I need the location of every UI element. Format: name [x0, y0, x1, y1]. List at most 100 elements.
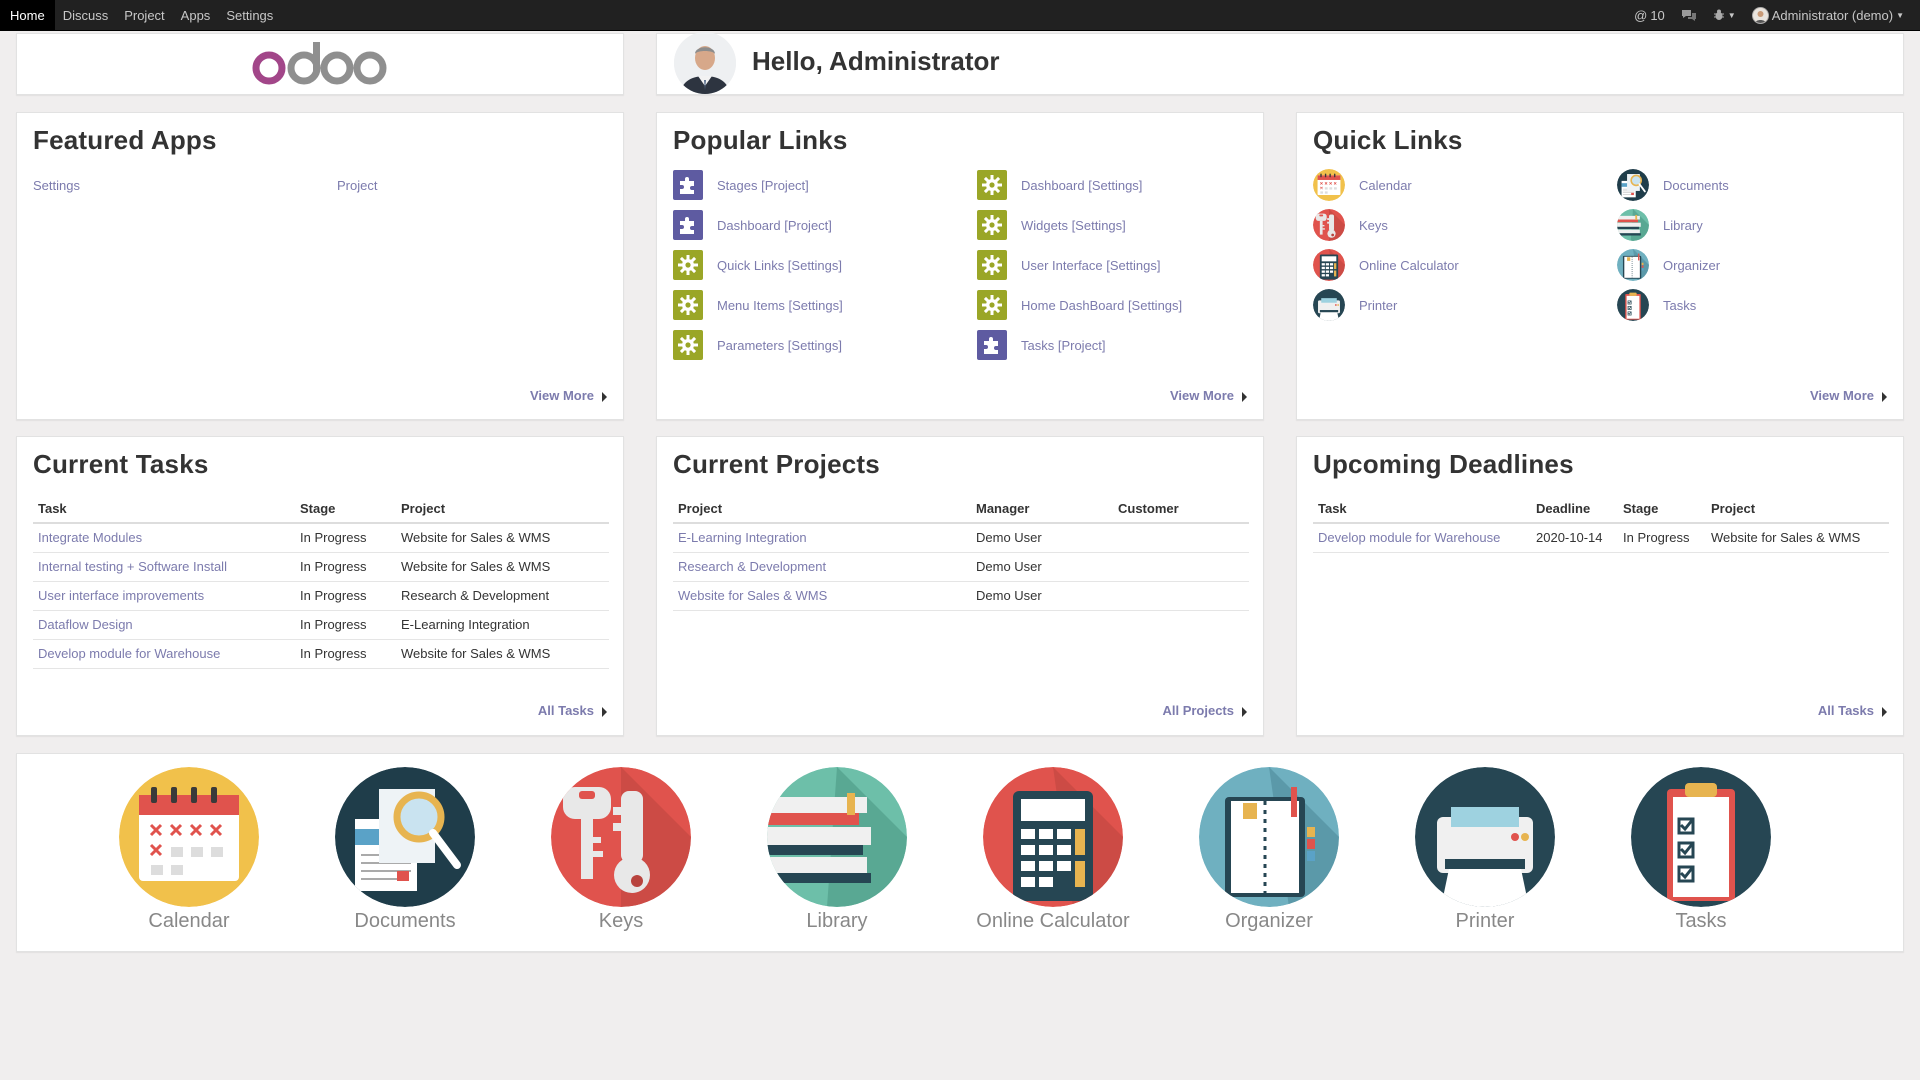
- app-tile[interactable]: Online Calculator: [976, 767, 1130, 933]
- quick-view-more[interactable]: View More: [1810, 388, 1887, 403]
- app-tile[interactable]: Printer: [1415, 767, 1555, 933]
- table-cell: Research & Development: [673, 552, 971, 582]
- quick-link[interactable]: Calendar: [1313, 169, 1412, 201]
- debug-button[interactable]: ▼: [1713, 9, 1736, 21]
- menu-home[interactable]: Home: [0, 0, 55, 31]
- record-link[interactable]: Integrate Modules: [38, 530, 142, 545]
- app-tile-label: Online Calculator: [976, 910, 1130, 932]
- popular-links-panel: Popular Links Stages [Project] Dashboard …: [656, 112, 1264, 420]
- featured-view-more[interactable]: View More: [530, 388, 607, 403]
- table-cell: User interface improvements: [33, 581, 295, 611]
- all-tasks-label: All Tasks: [537, 703, 594, 718]
- popular-link[interactable]: Stages [Project]: [673, 170, 809, 200]
- main-menu: Home Discuss Project Apps Settings: [0, 0, 281, 31]
- popular-link[interactable]: Widgets [Settings]: [977, 210, 1126, 240]
- all-tasks-label: All Tasks: [1817, 703, 1874, 718]
- quick-link[interactable]: Organizer: [1617, 249, 1720, 281]
- table-row[interactable]: Website for Sales & WMS Demo User: [673, 581, 1249, 611]
- user-menu[interactable]: Administrator (demo) ▼: [1751, 6, 1904, 24]
- record-link[interactable]: Develop module for Warehouse: [1318, 530, 1500, 545]
- quick-links-title: Quick Links: [1313, 125, 1463, 155]
- table-row[interactable]: E-Learning Integration Demo User: [673, 523, 1249, 553]
- menu-project[interactable]: Project: [116, 0, 172, 31]
- app-tile-label: Library: [806, 910, 868, 932]
- app-tile[interactable]: Organizer: [1199, 767, 1339, 933]
- table-row[interactable]: Integrate Modules In Progress Website for …: [33, 523, 609, 553]
- all-projects-link[interactable]: All Projects: [1162, 703, 1247, 718]
- popular-link[interactable]: Home DashBoard [Settings]: [977, 290, 1182, 320]
- featured-app-project[interactable]: Project: [337, 178, 377, 193]
- popular-link-label: User Interface [Settings]: [1021, 257, 1161, 273]
- top-navbar: Home Discuss Project Apps Settings @10 ▼…: [0, 0, 1920, 31]
- all-projects-label: All Projects: [1162, 703, 1234, 718]
- mentions-button[interactable]: @10: [1634, 8, 1665, 23]
- caret-right-icon: [602, 706, 607, 717]
- app-tile-label: Calendar: [148, 910, 230, 932]
- app-tile[interactable]: Keys: [551, 767, 691, 933]
- printer-icon: [1415, 767, 1555, 907]
- record-link[interactable]: Website for Sales & WMS: [678, 588, 827, 603]
- popular-view-more[interactable]: View More: [1170, 388, 1247, 403]
- table-row[interactable]: User interface improvements In Progress Re…: [33, 581, 609, 611]
- chat-bubbles-icon: [1681, 9, 1696, 21]
- app-tile[interactable]: Tasks: [1631, 767, 1771, 933]
- table-row[interactable]: Develop module for Warehouse In Progress W…: [33, 639, 609, 669]
- record-link[interactable]: Internal testing + Software Install: [38, 559, 227, 574]
- popular-link[interactable]: Parameters [Settings]: [673, 330, 842, 360]
- calendar-icon: [119, 767, 259, 907]
- record-link[interactable]: Develop module for Warehouse: [38, 646, 220, 661]
- app-tile[interactable]: Calendar: [119, 767, 259, 933]
- table-cell: Dataflow Design: [33, 610, 295, 640]
- table-row[interactable]: Research & Development Demo User: [673, 552, 1249, 582]
- quick-link[interactable]: Tasks: [1617, 289, 1696, 321]
- popular-link[interactable]: Menu Items [Settings]: [673, 290, 843, 320]
- quick-link[interactable]: Library: [1617, 209, 1703, 241]
- quick-link[interactable]: Printer: [1313, 289, 1397, 321]
- table-row[interactable]: Internal testing + Software Install In Pr…: [33, 552, 609, 582]
- popular-link-label: Dashboard [Project]: [717, 217, 832, 233]
- popular-link[interactable]: Dashboard [Project]: [673, 210, 832, 240]
- user-avatar: [1751, 6, 1769, 24]
- record-link[interactable]: E-Learning Integration: [678, 530, 807, 545]
- popular-link[interactable]: Dashboard [Settings]: [977, 170, 1142, 200]
- gear-icon: [977, 170, 1007, 200]
- popular-link[interactable]: User Interface [Settings]: [977, 250, 1160, 280]
- gear-icon: [673, 250, 703, 280]
- quick-link[interactable]: Documents: [1617, 169, 1729, 201]
- record-link[interactable]: Research & Development: [678, 559, 826, 574]
- app-tile[interactable]: Documents: [335, 767, 475, 933]
- popular-link[interactable]: Tasks [Project]: [977, 330, 1106, 360]
- view-more-label: View More: [1809, 388, 1874, 403]
- featured-apps-panel: Featured Apps Settings Project View More: [16, 112, 624, 420]
- table-cell: In Progress: [295, 581, 396, 611]
- all-tasks-link[interactable]: All Tasks: [538, 703, 607, 718]
- app-tile-label: Tasks: [1675, 910, 1727, 932]
- printer-icon: [1313, 289, 1345, 321]
- popular-link-label: Quick Links [Settings]: [717, 257, 842, 273]
- popular-link[interactable]: Quick Links [Settings]: [673, 250, 842, 280]
- menu-discuss[interactable]: Discuss: [55, 0, 117, 31]
- messages-button[interactable]: [1681, 9, 1697, 22]
- app-tile-label: Keys: [598, 910, 644, 932]
- quick-link-label: Library: [1663, 217, 1703, 233]
- record-link[interactable]: Dataflow Design: [38, 617, 133, 632]
- table-row[interactable]: Develop module for Warehouse 2020-10-14 In…: [1313, 523, 1889, 553]
- quick-link[interactable]: Keys: [1313, 209, 1388, 241]
- quick-link[interactable]: Online Calculator: [1313, 249, 1459, 281]
- app-tile[interactable]: Library: [767, 767, 907, 933]
- deadlines-all-tasks-link[interactable]: All Tasks: [1818, 703, 1887, 718]
- table-cell: 2020-10-14: [1531, 523, 1618, 553]
- caret-right-icon: [1882, 391, 1887, 402]
- table-cell: [1113, 523, 1249, 553]
- featured-app-settings[interactable]: Settings: [33, 178, 80, 193]
- puzzle-icon: [673, 170, 703, 200]
- menu-apps[interactable]: Apps: [173, 0, 219, 31]
- admin-avatar: [674, 32, 736, 94]
- table-row[interactable]: Dataflow Design In Progress E-Learning Int…: [33, 610, 609, 640]
- record-link[interactable]: User interface improvements: [38, 588, 204, 603]
- menu-settings[interactable]: Settings: [218, 0, 281, 31]
- odoo-logo-graphic: [252, 42, 387, 85]
- gear-icon: [673, 290, 703, 320]
- table-cell: Website for Sales & WMS: [673, 581, 971, 611]
- table-cell: Demo User: [971, 552, 1113, 582]
